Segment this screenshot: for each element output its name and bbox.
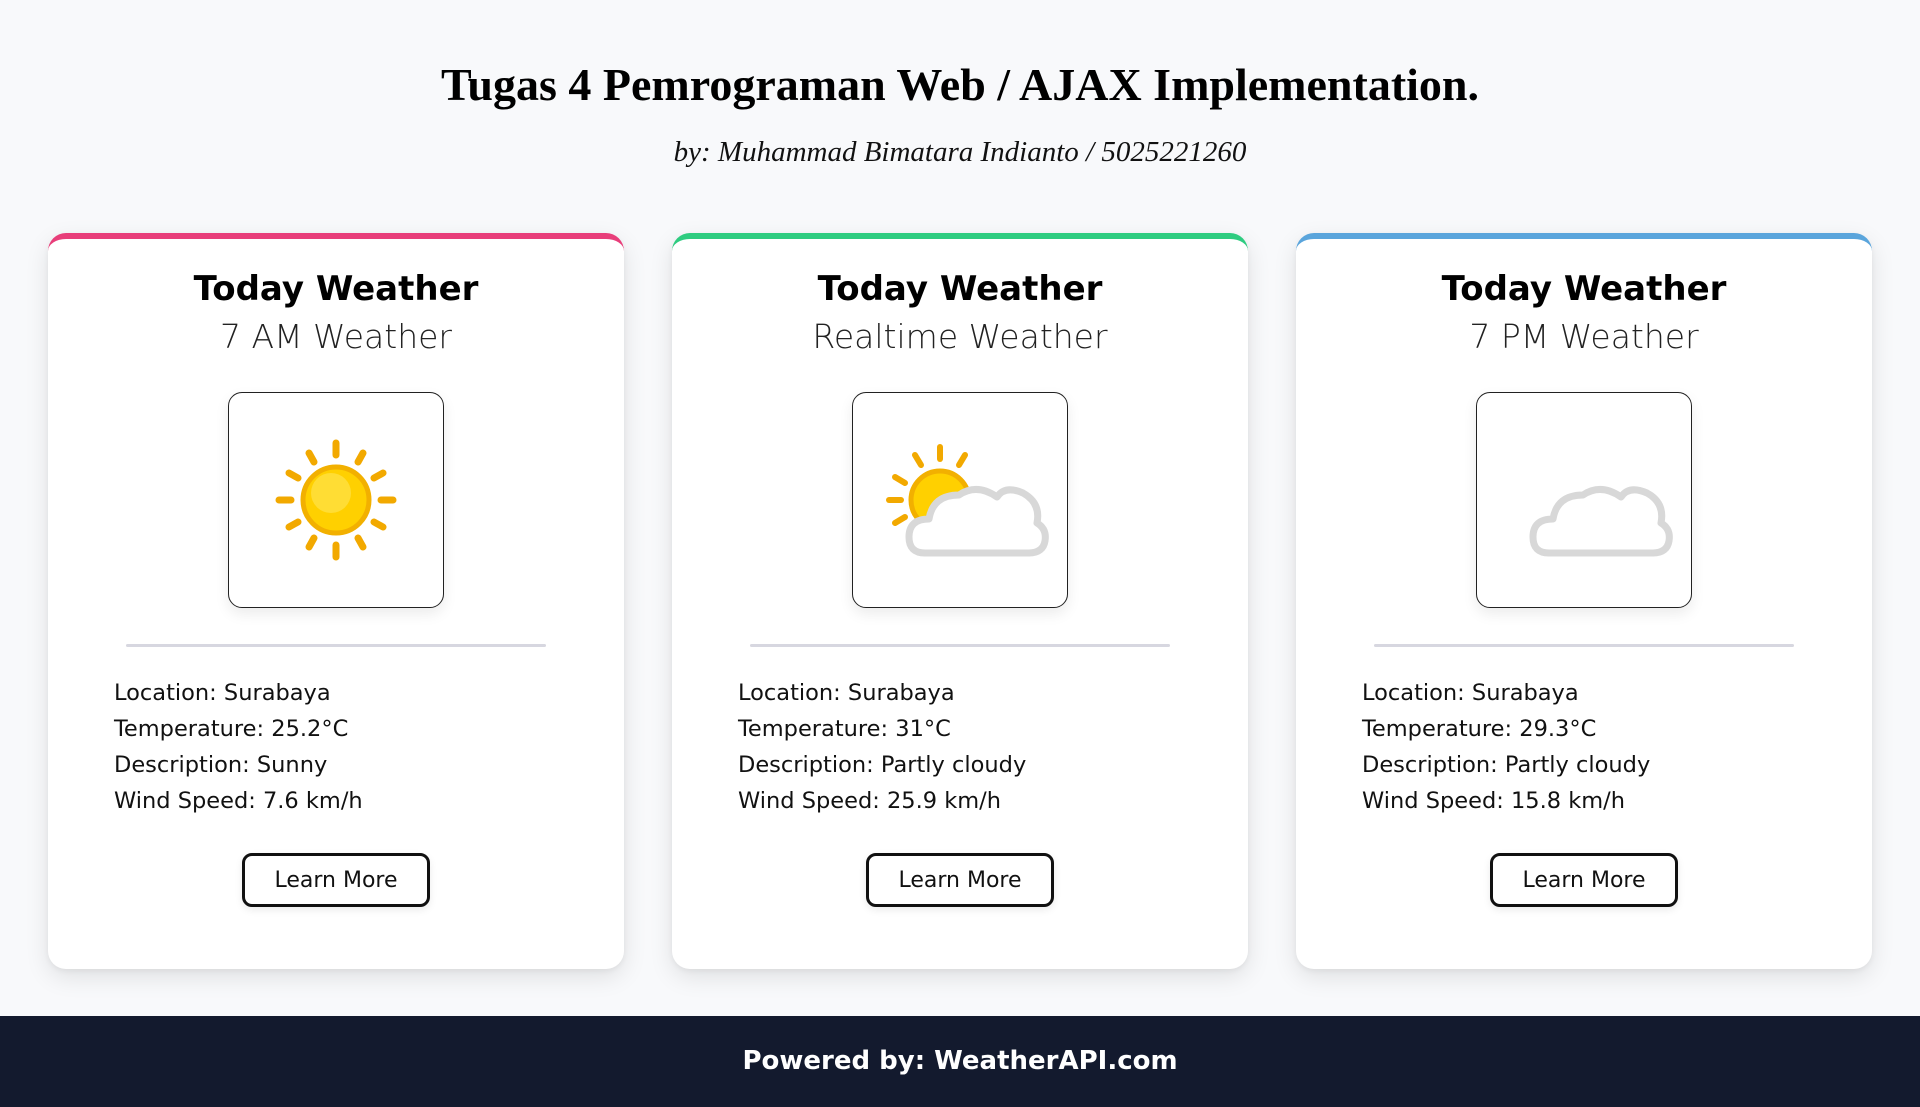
learn-more-button[interactable]: Learn More (1490, 853, 1678, 907)
temperature-row: Temperature: 31°C (738, 711, 1198, 747)
temperature-row: Temperature: 25.2°C (114, 711, 574, 747)
weather-card-7pm: Today Weather 7 PM Weather Location: Sur… (1296, 233, 1872, 969)
description-label: Description: (1362, 752, 1498, 778)
card-subtitle: 7 PM Weather (1469, 317, 1699, 356)
weather-card-7am: Today Weather 7 AM Weather Location: Sur… (48, 233, 624, 969)
card-title: Today Weather (1441, 269, 1727, 309)
temperature-label: Temperature: (1362, 716, 1513, 742)
wind-row: Wind Speed: 15.8 km/h (1362, 783, 1822, 819)
location-label: Location: (738, 680, 841, 706)
temperature-label: Temperature: (738, 716, 889, 742)
description-value: Partly cloudy (880, 752, 1027, 778)
sun-icon (275, 439, 397, 561)
wind-row: Wind Speed: 25.9 km/h (738, 783, 1198, 819)
card-title: Today Weather (193, 269, 479, 309)
wind-value: 25.9 km/h (886, 788, 1002, 814)
weather-icon-box (228, 392, 444, 608)
location-value: Surabaya (847, 680, 955, 706)
weather-cards: Today Weather 7 AM Weather Location: Sur… (48, 233, 1872, 969)
location-label: Location: (1362, 680, 1465, 706)
weather-info: Location: Surabaya Temperature: 29.3°C D… (1362, 675, 1822, 819)
location-row: Location: Surabaya (114, 675, 574, 711)
partly-cloudy-day-icon (886, 444, 1049, 557)
description-label: Description: (114, 752, 250, 778)
description-row: Description: Partly cloudy (738, 747, 1198, 783)
weather-icon-box (1476, 392, 1692, 608)
temperature-value: 29.3°C (1519, 716, 1597, 742)
temperature-label: Temperature: (114, 716, 265, 742)
weather-info: Location: Surabaya Temperature: 31°C Des… (738, 675, 1198, 819)
description-label: Description: (738, 752, 874, 778)
description-value: Sunny (256, 752, 328, 778)
wind-label: Wind Speed: (114, 788, 256, 814)
location-label: Location: (114, 680, 217, 706)
wind-row: Wind Speed: 7.6 km/h (114, 783, 574, 819)
wind-value: 7.6 km/h (262, 788, 363, 814)
page-header: Tugas 4 Pemrograman Web / AJAX Implement… (0, 0, 1920, 200)
learn-more-button[interactable]: Learn More (242, 853, 430, 907)
card-title: Today Weather (817, 269, 1103, 309)
temperature-value: 25.2°C (271, 716, 349, 742)
temperature-value: 31°C (895, 716, 951, 742)
wind-value: 15.8 km/h (1510, 788, 1626, 814)
divider (1374, 644, 1794, 647)
card-subtitle: Realtime Weather (812, 317, 1108, 356)
wind-label: Wind Speed: (738, 788, 880, 814)
weather-info: Location: Surabaya Temperature: 25.2°C D… (114, 675, 574, 819)
weather-icon-box (852, 392, 1068, 608)
page-subtitle: by: Muhammad Bimatara Indianto / 5025221… (673, 136, 1247, 168)
card-subtitle: 7 AM Weather (220, 317, 452, 356)
page-title: Tugas 4 Pemrograman Web / AJAX Implement… (440, 59, 1480, 110)
learn-more-button[interactable]: Learn More (866, 853, 1054, 907)
temperature-row: Temperature: 29.3°C (1362, 711, 1822, 747)
weather-card-realtime: Today Weather Realtime Weather Location:… (672, 233, 1248, 969)
wind-label: Wind Speed: (1362, 788, 1504, 814)
location-value: Surabaya (1471, 680, 1579, 706)
location-row: Location: Surabaya (1362, 675, 1822, 711)
location-row: Location: Surabaya (738, 675, 1198, 711)
divider (126, 644, 546, 647)
partly-cloudy-night-icon (1525, 439, 1673, 557)
description-value: Partly cloudy (1504, 752, 1651, 778)
divider (750, 644, 1170, 647)
site-footer: Powered by: WeatherAPI.com (0, 1016, 1920, 1107)
description-row: Description: Sunny (114, 747, 574, 783)
location-value: Surabaya (223, 680, 331, 706)
footer-text[interactable]: Powered by: WeatherAPI.com (0, 1046, 1920, 1076)
description-row: Description: Partly cloudy (1362, 747, 1822, 783)
